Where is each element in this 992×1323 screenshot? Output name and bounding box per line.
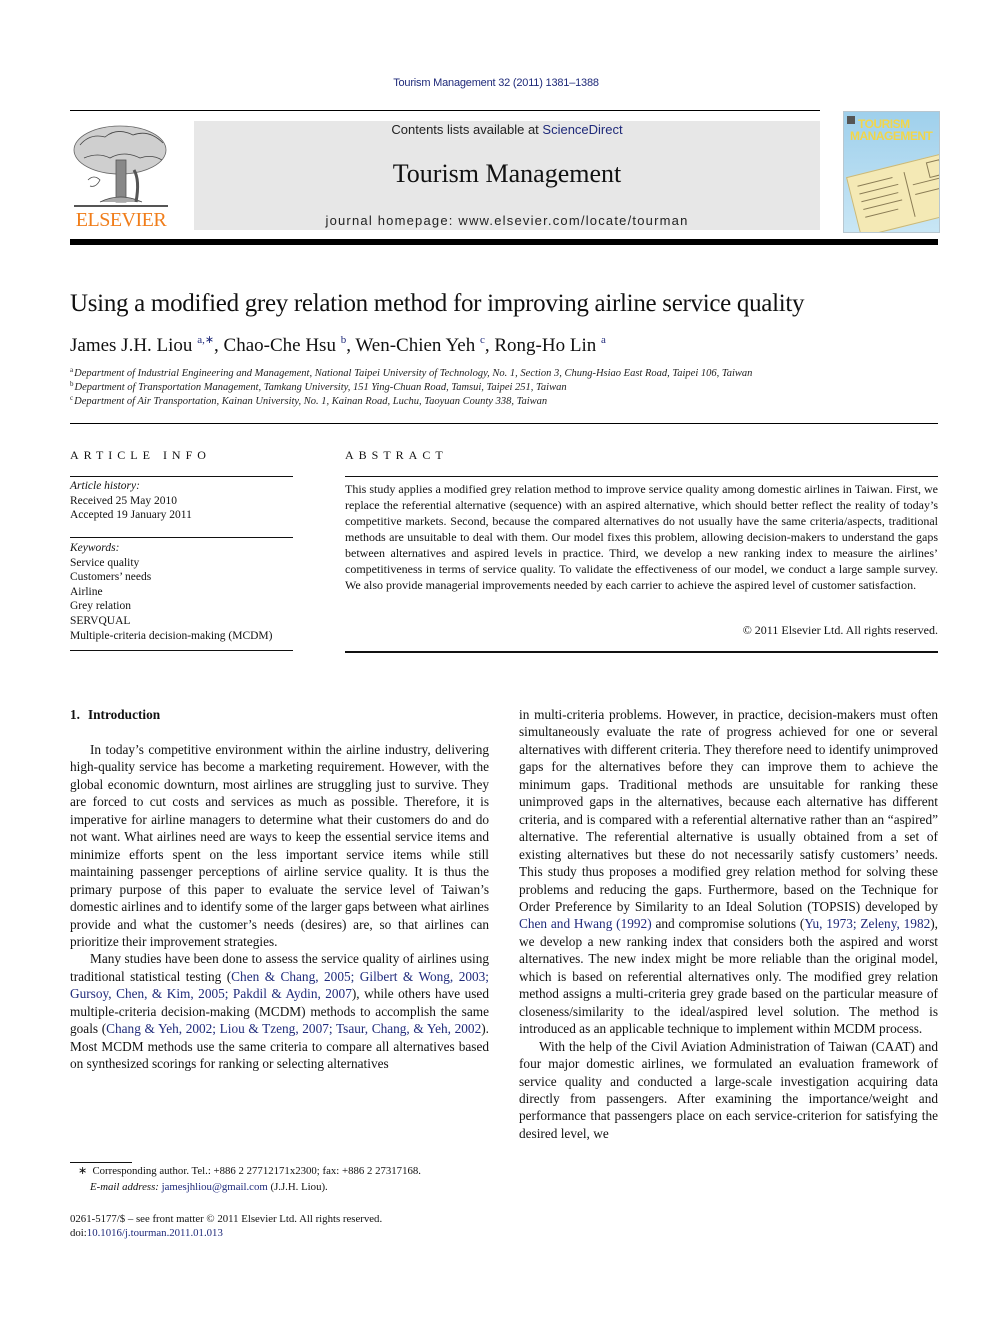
keyword: SERVQUAL [70,614,131,627]
history-label: Article history: [70,480,140,492]
citation-link[interactable]: Chen and Hwang (1992) [519,916,652,931]
elsevier-wordmark: ELSEVIER [75,209,167,231]
journal-masthead: Contents lists available at ScienceDirec… [194,121,820,230]
corresponding-author-note: ∗ Corresponding author. Tel.: +886 2 277… [78,1164,421,1179]
citation-link[interactable]: Chang & Yeh, 2002; Liou & Tzeng, 2007; T… [106,1021,481,1036]
journal-citation-link[interactable]: Tourism Management 32 (2011) 1381–1388 [0,77,992,89]
journal-title: Tourism Management [392,159,622,188]
abstract-copyright: © 2011 Elsevier Ltd. All rights reserved… [742,623,938,637]
divider [70,476,293,477]
email-label: E-mail address: [90,1181,159,1193]
doi-line: doi:10.1016/j.tourman.2011.01.013 [70,1226,223,1240]
contents-line: Contents lists available at ScienceDirec… [194,122,820,137]
abstract-heading: ABSTRACT [345,448,448,462]
article-title: Using a modified grey relation method fo… [70,290,805,317]
paragraph-text: ), we develop a new ranking index that c… [519,916,939,1037]
author-separator: , [346,335,356,356]
received-date: Received 25 May 2010 [70,494,177,507]
affiliation-text: Department of Industrial Engineering and… [74,368,753,379]
affiliation-text: Department of Air Transportation, Kainan… [74,396,548,407]
section-title: Introduction [87,707,161,722]
divider [345,476,938,477]
paragraph: Many studies have been done to assess th… [70,950,489,1072]
accepted-date: Accepted 19 January 2011 [70,509,192,522]
section-heading: 1. Introduction [70,707,160,723]
doi-label: doi: [70,1227,87,1239]
email-note: E-mail address: jamesjhliou@gmail.com (J… [90,1180,328,1195]
sciencedirect-link[interactable]: ScienceDirect [542,122,622,137]
paragraph: With the help of the Civil Aviation Admi… [519,1038,938,1141]
keywords-label: Keywords: [70,542,120,554]
cover-title: TOURISM MANAGEMENT [850,118,933,143]
journal-homepage-link[interactable]: journal homepage: www.elsevier.com/locat… [194,213,820,228]
paragraph-text: in multi-criteria problems. However, in … [519,707,938,914]
keyword: Airline [70,585,103,598]
left-column: In today’s competitive environment withi… [70,741,489,1073]
affiliation: aDepartment of Industrial Engineering an… [70,366,752,379]
article-history: Article history: Received 25 May 2010 Ac… [70,479,192,523]
keyword: Grey relation [70,600,131,613]
issn-line: 0261-5177/$ – see front matter © 2011 El… [70,1213,383,1225]
top-divider [70,110,820,111]
doi-link[interactable]: 10.1016/j.tourman.2011.01.013 [87,1227,223,1239]
author-affiliation-marker[interactable]: a [601,334,606,346]
affiliation: cDepartment of Air Transportation, Kaina… [70,394,547,407]
footnote-marker: ∗ [78,1165,88,1177]
author-name[interactable]: Chao-Che Hsu [224,335,336,356]
keyword: Service quality [70,556,140,569]
paragraph-text: and compromise solutions ( [651,916,805,932]
divider [345,651,938,653]
affiliation-key: c [70,394,74,402]
divider [70,537,293,538]
cover-title-line2: MANAGEMENT [850,129,933,143]
article-info-heading: ARTICLE INFO [70,448,211,462]
right-column: in multi-criteria problems. However, in … [519,706,938,1142]
cover-postcard-icon [846,152,939,232]
paragraph: in multi-criteria problems. However, in … [519,706,938,1038]
author-separator: , [484,335,495,356]
email-owner: (J.J.H. Liou). [267,1181,328,1193]
contents-prefix: Contents lists available at [391,122,543,137]
footnote-text: Corresponding author. Tel.: +886 2 27712… [92,1165,421,1177]
author-affiliation-marker[interactable]: a,∗ [197,334,214,346]
header-thick-divider [70,239,938,245]
author-name[interactable]: Wen-Chien Yeh [355,335,475,356]
abstract-text: This study applies a modified grey relat… [345,482,938,592]
keywords: Keywords: Service quality Customers’ nee… [70,541,272,643]
affiliation-text: Department of Transportation Management,… [74,382,567,393]
email-link[interactable]: jamesjhliou@gmail.com [162,1181,268,1193]
footnote-divider [70,1162,132,1163]
section-number: 1. [70,707,80,722]
affiliation-key: a [70,366,74,374]
elsevier-tree-icon [73,125,168,207]
author-name[interactable]: Rong-Ho Lin [494,335,596,356]
citation-link[interactable]: Yu, 1973; Zeleny, 1982 [804,916,930,931]
elsevier-logo[interactable]: ELSEVIER [70,120,172,232]
author-name[interactable]: James J.H. Liou [70,335,192,356]
author-separator: , [214,335,224,356]
affiliation-key: b [70,380,74,388]
affiliation-divider [70,423,938,424]
keyword: Customers’ needs [70,571,152,584]
paragraph: In today’s competitive environment withi… [70,742,489,949]
affiliation: bDepartment of Transportation Management… [70,380,567,393]
keyword: Multiple-criteria decision-making (MCDM) [70,629,273,642]
author-list: James J.H. Liou a,∗, Chao-Che Hsu b, Wen… [70,333,606,357]
journal-cover-thumbnail[interactable]: TOURISM MANAGEMENT [843,111,940,233]
divider [70,650,293,651]
